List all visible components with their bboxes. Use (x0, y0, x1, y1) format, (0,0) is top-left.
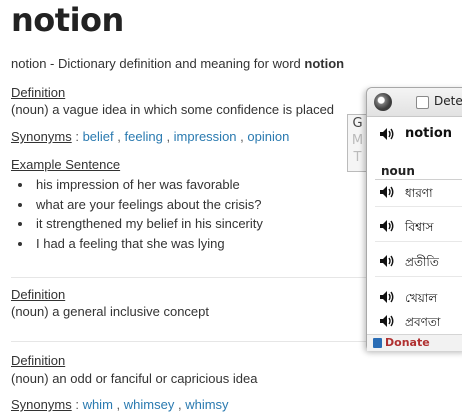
separator: , (116, 397, 124, 412)
example-list: his impression of her was favorable what… (11, 175, 263, 253)
example-item: it strengthened my belief in his sinceri… (33, 214, 263, 234)
popup-entry-word: notion (405, 126, 453, 141)
speaker-icon[interactable] (379, 254, 395, 268)
divider (375, 179, 462, 180)
synonyms-row: Synonyms : whim , whimsey , whimsy (11, 397, 229, 412)
separator: : (75, 129, 83, 144)
tab-m[interactable]: M (348, 132, 367, 149)
example-item: his impression of her was favorable (33, 175, 263, 195)
popup-toolbar: Dete (367, 88, 462, 117)
translation-word[interactable]: ধারণা (405, 185, 433, 205)
synonym-link[interactable]: whimsey (124, 397, 175, 412)
translator-side-tabs: G M T (347, 114, 367, 172)
translation-word[interactable]: প্রতীতি (405, 254, 439, 274)
example-item: what are your feelings about the crisis? (33, 195, 263, 215)
tab-g[interactable]: G (348, 115, 367, 132)
definition-label: Definition (11, 287, 66, 302)
synonym-link[interactable]: belief (83, 129, 114, 144)
synonyms-label: Synonyms (11, 129, 72, 144)
synonym-link[interactable]: impression (174, 129, 237, 144)
donate-icon (373, 338, 382, 348)
example-item: I had a feeling that she was lying (33, 234, 263, 254)
speaker-icon[interactable] (379, 314, 395, 328)
divider (375, 241, 462, 242)
separator: : (75, 397, 83, 412)
page-title: notion (11, 1, 124, 39)
translation-word[interactable]: খেয়াল (405, 290, 437, 310)
synonym-link[interactable]: whimsy (185, 397, 228, 412)
definition-label: Definition (11, 353, 66, 368)
translator-logo-icon[interactable] (374, 93, 392, 111)
separator: , (166, 129, 174, 144)
synonym-link[interactable]: whim (83, 397, 113, 412)
donate-bar: Donate (367, 334, 462, 351)
tab-t[interactable]: T (348, 149, 367, 166)
speaker-icon[interactable] (379, 185, 395, 199)
definition-text: (noun) a general inclusive concept (11, 304, 210, 319)
donate-link[interactable]: Donate (385, 336, 430, 349)
translator-popup: Dete notion noun ধারণা বিশ্বাস প্রতীতি খ… (366, 87, 462, 351)
translation-word[interactable]: প্রবণতা (405, 314, 440, 334)
synonyms-label: Synonyms (11, 397, 72, 412)
subtitle-word: notion (304, 56, 345, 71)
detect-checkbox[interactable] (416, 96, 429, 109)
page-subtitle: notion - Dictionary definition and meani… (11, 56, 344, 71)
speaker-icon[interactable] (379, 290, 395, 304)
definition-label: Definition (11, 85, 66, 100)
part-of-speech: noun (381, 164, 415, 178)
separator: , (117, 129, 125, 144)
subtitle-text: notion - Dictionary definition and meani… (11, 56, 305, 71)
divider (375, 206, 462, 207)
synonyms-row: Synonyms : belief , feeling , impression… (11, 129, 289, 144)
definition-text: (noun) a vague idea in which some confid… (11, 102, 335, 117)
translation-word[interactable]: বিশ্বাস (405, 219, 433, 239)
synonym-link[interactable]: feeling (125, 129, 163, 144)
example-sentence-label: Example Sentence (11, 157, 121, 172)
detect-label: Dete (434, 94, 462, 108)
definition-text: (noun) an odd or fanciful or capricious … (11, 371, 258, 386)
speaker-icon[interactable] (379, 127, 395, 141)
synonym-link[interactable]: opinion (247, 129, 289, 144)
divider (375, 276, 462, 277)
speaker-icon[interactable] (379, 219, 395, 233)
